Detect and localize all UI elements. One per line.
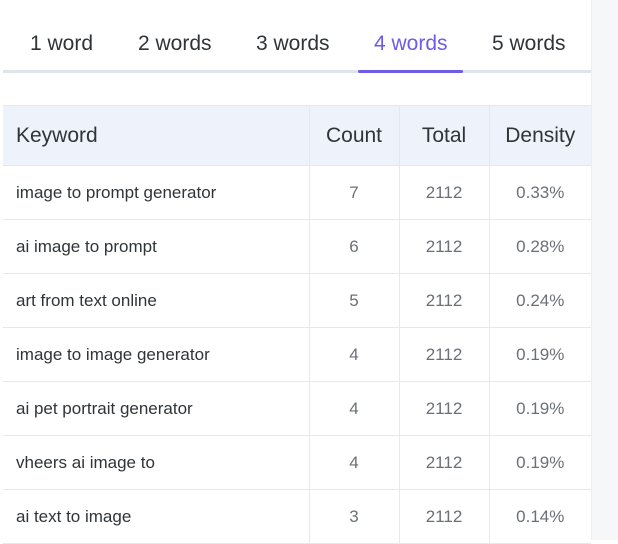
count-cell: 4 <box>308 435 400 490</box>
count-cell: 6 <box>308 219 400 274</box>
table-row: vheers ai image to 4 2112 0.19% <box>3 435 591 490</box>
table-header-row: Keyword Count Total Density <box>3 105 591 166</box>
total-cell: 2112 <box>398 219 490 274</box>
keyword-cell: image to prompt generator <box>3 165 310 220</box>
table-row: ai pet portrait generator 4 2112 0.19% <box>3 381 591 436</box>
keyword-cell: vheers ai image to <box>3 435 310 490</box>
density-cell: 0.19% <box>488 435 591 490</box>
total-cell: 2112 <box>398 273 490 328</box>
active-tab-indicator <box>358 70 463 73</box>
header-total[interactable]: Total <box>398 105 490 166</box>
tab-3-words[interactable]: 3 words <box>256 30 330 58</box>
word-count-tabs: 1 word 2 words 3 words 4 words 5 words <box>3 0 591 73</box>
page-scroll-gutter <box>591 0 618 540</box>
total-cell: 2112 <box>398 489 490 544</box>
table-row: ai image to prompt 6 2112 0.28% <box>3 219 591 274</box>
table-row: image to image generator 4 2112 0.19% <box>3 327 591 382</box>
count-cell: 4 <box>308 327 400 382</box>
keyword-cell: art from text online <box>3 273 310 328</box>
keyword-cell: ai pet portrait generator <box>3 381 310 436</box>
keyword-cell: ai text to image <box>3 489 310 544</box>
total-cell: 2112 <box>398 165 490 220</box>
tab-4-words[interactable]: 4 words <box>374 30 448 58</box>
density-cell: 0.33% <box>488 165 591 220</box>
total-cell: 2112 <box>398 381 490 436</box>
keyword-density-table: Keyword Count Total Density image to pro… <box>3 105 591 544</box>
total-cell: 2112 <box>398 435 490 490</box>
tab-5-words[interactable]: 5 words <box>492 30 566 58</box>
header-count[interactable]: Count <box>308 105 400 166</box>
density-cell: 0.24% <box>488 273 591 328</box>
table-row: ai text to image 3 2112 0.14% <box>3 489 591 544</box>
density-cell: 0.19% <box>488 327 591 382</box>
count-cell: 3 <box>308 489 400 544</box>
header-density[interactable]: Density <box>488 105 591 166</box>
header-keyword[interactable]: Keyword <box>3 105 310 166</box>
count-cell: 5 <box>308 273 400 328</box>
density-cell: 0.14% <box>488 489 591 544</box>
tab-1-word[interactable]: 1 word <box>30 30 93 58</box>
density-cell: 0.28% <box>488 219 591 274</box>
count-cell: 4 <box>308 381 400 436</box>
count-cell: 7 <box>308 165 400 220</box>
keyword-cell: ai image to prompt <box>3 219 310 274</box>
table-row: art from text online 5 2112 0.24% <box>3 273 591 328</box>
tab-2-words[interactable]: 2 words <box>138 30 212 58</box>
keyword-cell: image to image generator <box>3 327 310 382</box>
density-cell: 0.19% <box>488 381 591 436</box>
total-cell: 2112 <box>398 327 490 382</box>
table-row: image to prompt generator 7 2112 0.33% <box>3 165 591 220</box>
